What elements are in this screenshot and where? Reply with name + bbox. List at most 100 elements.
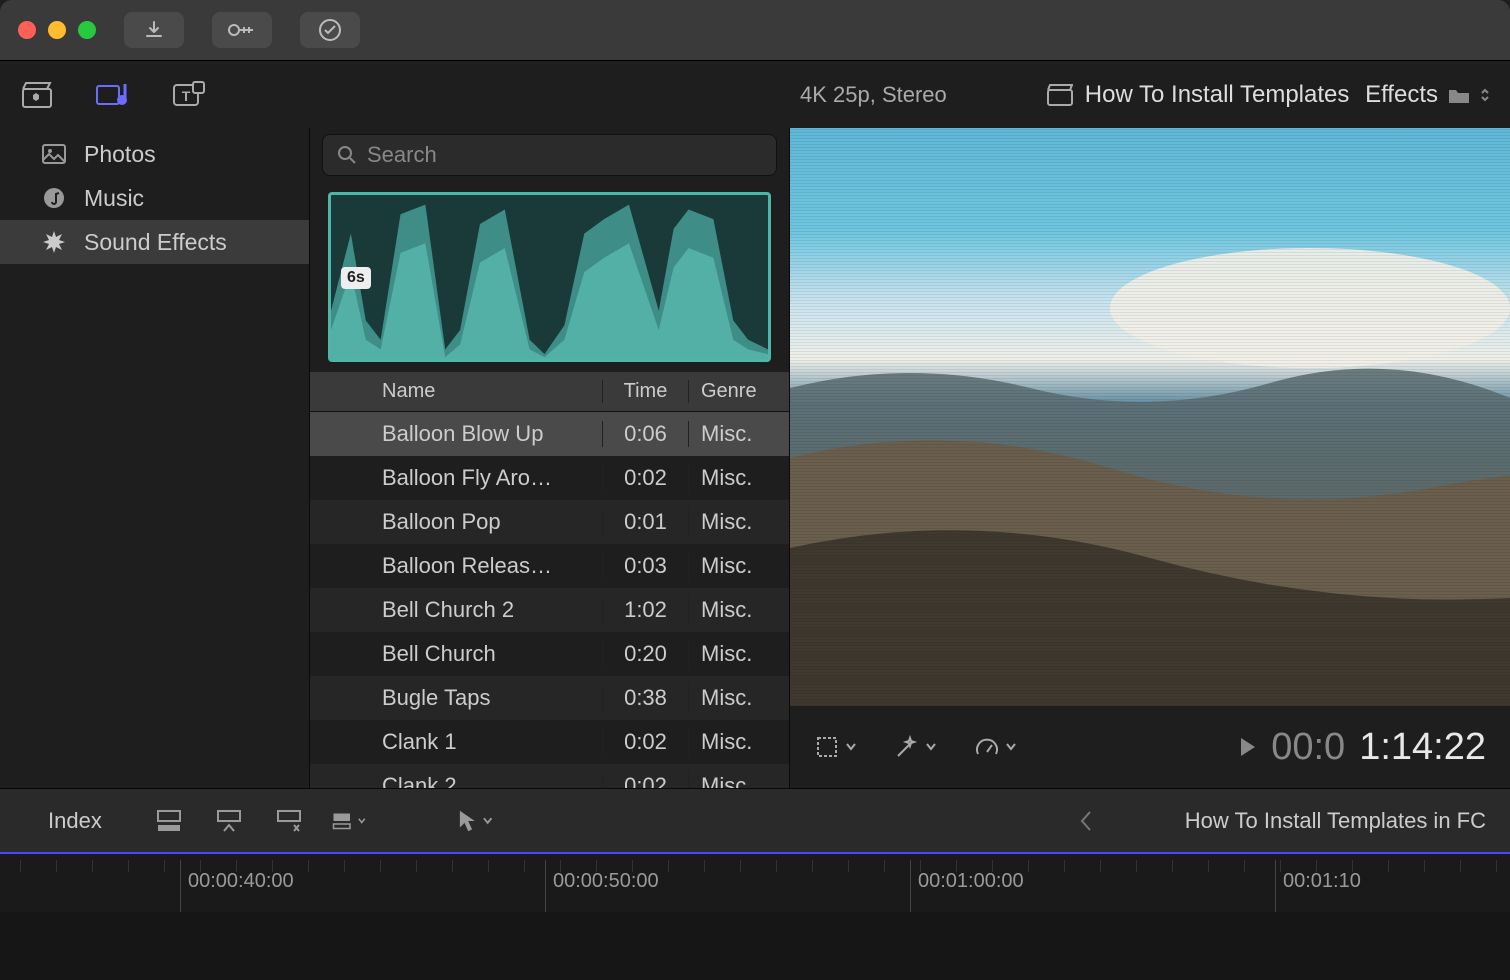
overwrite-clip-button[interactable]: [332, 804, 366, 838]
search-icon: [337, 145, 357, 165]
append-clip-button[interactable]: [272, 804, 306, 838]
transform-tool-button[interactable]: [814, 734, 856, 760]
cell-genre: Misc.: [689, 421, 789, 447]
crop-icon: [814, 734, 840, 760]
sidebar-item-label: Music: [84, 185, 144, 212]
cell-name: Balloon Pop: [372, 509, 603, 535]
sidebar-item-photos[interactable]: Photos: [0, 132, 309, 176]
background-tasks-button[interactable]: [300, 12, 360, 48]
effects-category-dropdown[interactable]: Effects: [1365, 81, 1490, 109]
app-toolbar: T Effects 4K 25p, Stereo How To Install …: [0, 60, 1510, 128]
import-button[interactable]: [124, 12, 184, 48]
waveform-duration-label: 6s: [341, 267, 371, 289]
cell-genre: Misc.: [689, 641, 789, 667]
key-icon: [228, 22, 256, 38]
play-icon: [1239, 736, 1257, 758]
photos-icon: [40, 140, 68, 168]
cell-genre: Misc.: [689, 553, 789, 579]
timecode-prefix: 00:0: [1271, 726, 1345, 769]
table-row[interactable]: Balloon Fly Aro…0:02Misc.: [310, 456, 789, 500]
connect-clip-button[interactable]: [152, 804, 186, 838]
search-placeholder: Search: [367, 142, 437, 168]
viewer-panel: 00:0 1:14:22: [790, 128, 1510, 788]
sidebar-item-label: Photos: [84, 141, 156, 168]
timeline-body[interactable]: [0, 912, 1510, 980]
search-input[interactable]: Search: [322, 134, 777, 176]
svg-text:T: T: [182, 88, 191, 104]
effects-label: Effects: [1365, 81, 1438, 109]
sidebar-item-music[interactable]: Music: [0, 176, 309, 220]
column-time[interactable]: Time: [603, 380, 689, 403]
traffic-lights: [18, 21, 96, 39]
chevron-down-icon: [1006, 743, 1016, 751]
cell-name: Bell Church 2: [372, 597, 603, 623]
fullscreen-window-button[interactable]: [78, 21, 96, 39]
chevron-down-icon: [926, 743, 936, 751]
cell-name: Clank 2: [372, 773, 603, 788]
cell-time: 0:20: [603, 641, 689, 667]
table-row[interactable]: Balloon Blow Up0:06Misc.: [310, 412, 789, 456]
sidebar-item-label: Sound Effects: [84, 229, 227, 256]
cell-time: 0:02: [603, 465, 689, 491]
cell-genre: Misc.: [689, 729, 789, 755]
enhance-tool-button[interactable]: [894, 734, 936, 760]
cell-time: 0:03: [603, 553, 689, 579]
cell-genre: Misc.: [689, 509, 789, 535]
ruler-label: 00:01:10: [1283, 870, 1361, 893]
cell-name: Balloon Blow Up: [372, 421, 603, 447]
cell-time: 0:38: [603, 685, 689, 711]
chevron-down-icon: [846, 743, 856, 751]
close-window-button[interactable]: [18, 21, 36, 39]
keyword-button[interactable]: [212, 12, 272, 48]
chevron-left-icon[interactable]: [1079, 810, 1093, 832]
burst-icon: [40, 228, 68, 256]
window-titlebar: [0, 0, 1510, 60]
table-row[interactable]: Bell Church0:20Misc.: [310, 632, 789, 676]
photos-music-tab[interactable]: [96, 78, 130, 112]
checkmark-circle-icon: [318, 18, 342, 42]
folder-icon: [1448, 85, 1470, 105]
cell-name: Bugle Taps: [372, 685, 603, 711]
timecode-main: 1:14:22: [1359, 726, 1486, 769]
transport-bar: 00:0 1:14:22: [790, 706, 1510, 788]
project-title-text: How To Install Templates: [1085, 81, 1350, 109]
cell-name: Balloon Releas…: [372, 553, 603, 579]
sidebar-item-sound-effects[interactable]: Sound Effects: [0, 220, 309, 264]
cell-name: Balloon Fly Aro…: [372, 465, 603, 491]
table-header: Name Time Genre: [310, 372, 789, 412]
project-title[interactable]: How To Install Templates: [1047, 81, 1350, 109]
waveform-preview[interactable]: 6s: [328, 192, 771, 362]
media-sidebar: Photos Music Sound Effects: [0, 128, 310, 788]
retime-tool-button[interactable]: [974, 734, 1016, 760]
cell-name: Clank 1: [372, 729, 603, 755]
format-label: 4K 25p, Stereo: [800, 82, 947, 108]
table-body: Balloon Blow Up0:06Misc.Balloon Fly Aro……: [310, 412, 789, 788]
column-genre[interactable]: Genre: [689, 380, 789, 403]
timeline-toolbar: Index How To Install Templates in FC: [0, 788, 1510, 852]
minimize-window-button[interactable]: [48, 21, 66, 39]
cell-genre: Misc.: [689, 465, 789, 491]
music-icon: [40, 184, 68, 212]
cell-genre: Misc.: [689, 773, 789, 788]
column-name[interactable]: Name: [372, 380, 603, 403]
libraries-tab[interactable]: [20, 78, 54, 112]
table-row[interactable]: Balloon Pop0:01Misc.: [310, 500, 789, 544]
table-row[interactable]: Clank 20:02Misc.: [310, 764, 789, 788]
timeline-ruler[interactable]: 00:00:40:0000:00:50:0000:01:00:0000:01:1…: [0, 852, 1510, 912]
ruler-label: 00:00:40:00: [188, 870, 294, 893]
titles-generators-tab[interactable]: T: [172, 78, 206, 112]
table-row[interactable]: Balloon Releas…0:03Misc.: [310, 544, 789, 588]
select-tool-button[interactable]: [458, 804, 492, 838]
table-row[interactable]: Clank 10:02Misc.: [310, 720, 789, 764]
timeline-index-button[interactable]: Index: [24, 808, 126, 834]
cell-time: 1:02: [603, 597, 689, 623]
insert-clip-button[interactable]: [212, 804, 246, 838]
table-row[interactable]: Bell Church 21:02Misc.: [310, 588, 789, 632]
viewer-canvas[interactable]: [790, 128, 1510, 706]
timecode-display[interactable]: 00:0 1:14:22: [1239, 726, 1486, 769]
cell-time: 0:06: [603, 421, 689, 447]
sound-effects-browser: Search 6s Name Time Genre Balloon Blow U…: [310, 128, 790, 788]
timeline-project-title[interactable]: How To Install Templates in FC: [1185, 808, 1486, 834]
table-row[interactable]: Bugle Taps0:38Misc.: [310, 676, 789, 720]
titles-icon: T: [173, 81, 205, 109]
